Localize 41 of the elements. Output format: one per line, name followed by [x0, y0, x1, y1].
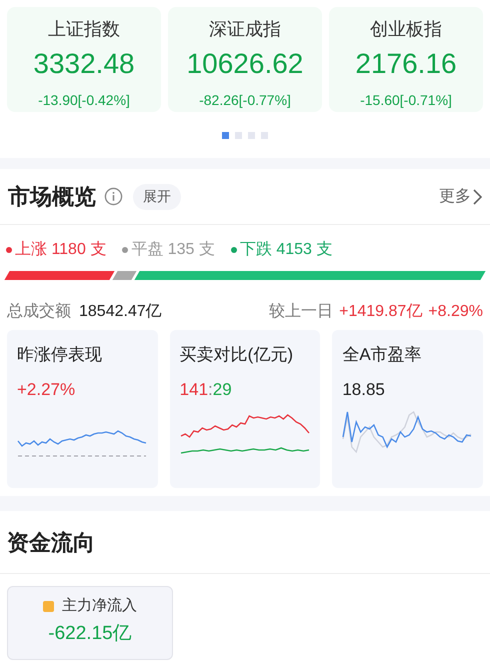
page-indicator[interactable]	[222, 132, 229, 138]
card-value: +2.27%	[17, 380, 76, 399]
expand-button[interactable]: 展开	[133, 184, 181, 210]
stat-card[interactable]: 全A市盈率 18.85	[332, 330, 484, 488]
turnover-label: 总成交额	[7, 302, 71, 322]
index-name: 创业板指	[370, 18, 442, 41]
stat-card[interactable]: 买卖对比(亿元) 141:29	[170, 330, 320, 488]
index-card[interactable]: 深证成指 10626.62 -82.26[-0.77%]	[168, 7, 322, 112]
compare-amount: +1419.87亿	[339, 302, 422, 322]
breadth-label: 平盘 135 支	[131, 240, 215, 260]
index-card[interactable]: 上证指数 3332.48 -13.90[-0.42%]	[7, 7, 161, 112]
index-value: 2176.16	[355, 47, 457, 81]
section-title: 市场概览	[8, 183, 96, 211]
turnover-value: 18542.47亿	[79, 302, 162, 322]
index-name: 深证成指	[209, 18, 281, 41]
card-title: 全A市盈率	[342, 344, 423, 366]
ratio-separator: :	[208, 379, 213, 401]
index-change: -82.26[-0.77%]	[199, 91, 291, 110]
buy-value: 141	[180, 379, 208, 401]
legend-label: 主力净流入	[62, 596, 137, 616]
compare-percent: +8.29%	[428, 302, 483, 322]
stat-card[interactable]: 昨涨停表现 +2.27%	[7, 330, 158, 488]
card-value: 18.85	[342, 380, 385, 399]
index-value: 3332.48	[33, 47, 135, 81]
more-link[interactable]: 更多	[439, 184, 482, 208]
breadth-label: 下跌 4153 支	[240, 240, 332, 260]
flow-value: -622.15亿	[48, 622, 132, 646]
chevron-right-icon	[473, 188, 482, 204]
index-card[interactable]: 创业板指 2176.16 -15.60[-0.71%]	[329, 7, 483, 112]
info-icon[interactable]	[104, 187, 123, 206]
breadth-label: 上涨 1180 支	[15, 240, 106, 260]
section-title: 资金流向	[7, 528, 95, 556]
card-title: 昨涨停表现	[17, 344, 103, 366]
sell-value: 29	[212, 379, 232, 401]
compare-label: 较上一日	[269, 302, 334, 322]
index-change: -13.90[-0.42%]	[38, 91, 130, 110]
card-title: 买卖对比(亿元)	[180, 344, 294, 366]
flow-card[interactable]: 主力净流入 -622.15亿	[7, 586, 173, 660]
index-change: -15.60[-0.71%]	[360, 91, 452, 110]
index-name: 上证指数	[48, 18, 120, 41]
index-value: 10626.62	[186, 47, 304, 81]
